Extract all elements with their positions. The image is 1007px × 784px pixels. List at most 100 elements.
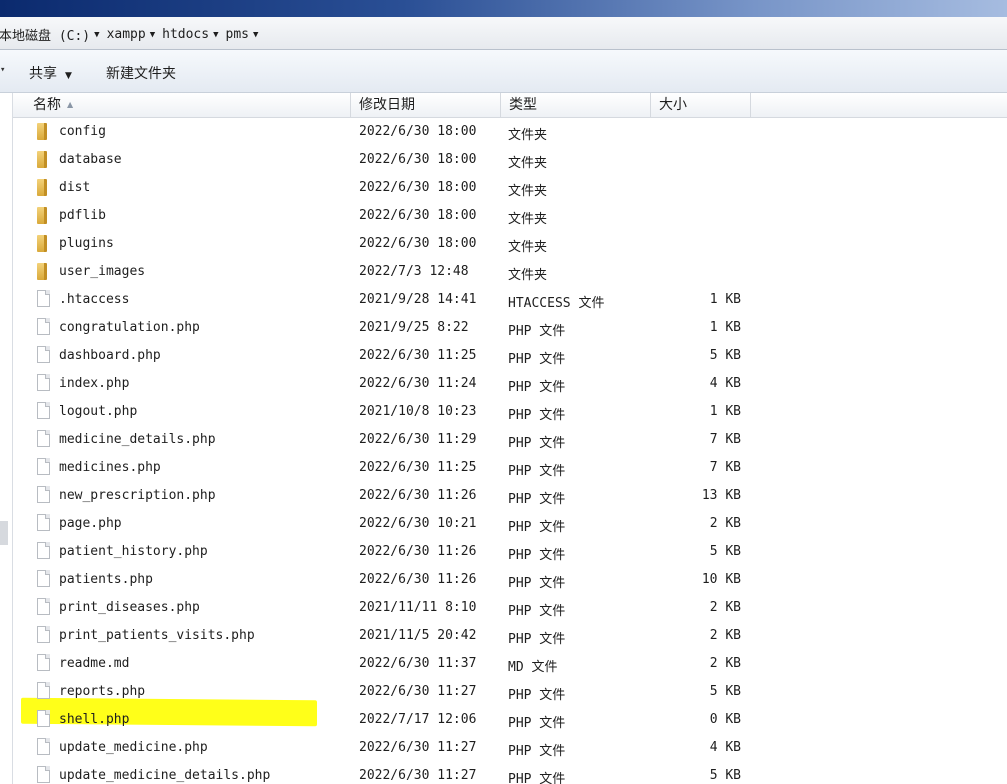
file-icon [37,486,50,503]
file-row[interactable]: readme.md 2022/6/30 11:37 MD 文件 2 KB [13,650,1007,678]
file-date: 2022/6/30 11:27 [359,684,477,699]
file-type: PHP 文件 [508,716,566,731]
file-date: 2022/6/30 18:00 [359,208,477,223]
file-name: patients.php [59,572,153,587]
file-size: 13 KB [701,488,741,503]
file-type: PHP 文件 [508,548,566,563]
file-row[interactable]: plugins 2022/6/30 18:00 文件夹 [13,230,1007,258]
chevron-down-icon[interactable]: ▼ [150,30,155,40]
file-row[interactable]: reports.php 2022/6/30 11:27 PHP 文件 5 KB [13,678,1007,706]
file-row[interactable]: congratulation.php 2021/9/25 8:22 PHP 文件 1 … [13,314,1007,342]
file-row[interactable]: user_images 2022/7/3 12:48 文件夹 [13,258,1007,286]
file-name: print_diseases.php [59,600,200,615]
file-type: PHP 文件 [508,604,566,619]
file-size: 5 KB [709,544,741,559]
column-name-label: 名称 [33,97,61,113]
file-date: 2021/11/11 8:10 [359,600,477,615]
file-icon [37,290,50,307]
scrollbar-thumb[interactable] [0,521,8,545]
file-row[interactable]: new_prescription.php 2022/6/30 11:26 PHP 文… [13,482,1007,510]
file-name: reports.php [59,684,146,699]
file-type: PHP 文件 [508,464,566,479]
file-row[interactable]: medicines.php 2022/6/30 11:25 PHP 文件 7 KB [13,454,1007,482]
folder-icon [37,207,47,224]
file-name: index.php [59,376,130,391]
file-type: PHP 文件 [508,772,566,784]
file-row[interactable]: page.php 2022/6/30 10:21 PHP 文件 2 KB [13,510,1007,538]
breadcrumb-drive[interactable]: 本地磁盘 (C:) [0,25,90,44]
share-label: 共享 [29,66,57,82]
chevron-down-icon[interactable]: ▼ [253,30,258,40]
file-type: HTACCESS 文件 [508,296,605,311]
new-folder-button[interactable]: 新建文件夹 [106,63,176,83]
chevron-down-icon[interactable]: ▼ [213,30,218,40]
file-row[interactable]: update_medicine.php 2022/6/30 11:27 PHP 文件… [13,734,1007,762]
file-size: 5 KB [709,684,741,699]
file-icon [37,458,50,475]
chevron-down-icon[interactable]: ▾ [0,65,5,75]
breadcrumb-pms[interactable]: pms [226,27,249,42]
column-header-type[interactable]: 类型 [501,93,651,118]
file-row[interactable]: index.php 2022/6/30 11:24 PHP 文件 4 KB [13,370,1007,398]
file-name: dashboard.php [59,348,161,363]
file-row[interactable]: shell.php 2022/7/17 12:06 PHP 文件 0 KB [13,706,1007,734]
file-name: page.php [59,516,122,531]
file-row[interactable]: dashboard.php 2022/6/30 11:25 PHP 文件 5 KB [13,342,1007,370]
file-row[interactable]: pdflib 2022/6/30 18:00 文件夹 [13,202,1007,230]
file-icon [37,514,50,531]
file-date: 2022/6/30 18:00 [359,180,477,195]
file-row[interactable]: medicine_details.php 2022/6/30 11:29 PHP 文… [13,426,1007,454]
file-type: PHP 文件 [508,408,566,423]
share-button[interactable]: 共享 ▼ [29,63,72,83]
file-size: 1 KB [709,292,741,307]
file-size: 2 KB [709,656,741,671]
file-size: 4 KB [709,740,741,755]
navigation-pane[interactable] [0,93,13,784]
file-type: PHP 文件 [508,436,566,451]
file-icon [37,402,50,419]
file-date: 2022/6/30 11:24 [359,376,477,391]
file-date: 2021/10/8 10:23 [359,404,477,419]
file-row[interactable]: update_medicine_details.php 2022/6/30 11:… [13,762,1007,784]
breadcrumb-xampp[interactable]: xampp [107,27,146,42]
file-name: medicines.php [59,460,161,475]
file-row[interactable]: config 2022/6/30 18:00 文件夹 [13,118,1007,146]
file-size: 2 KB [709,600,741,615]
file-date: 2022/6/30 11:25 [359,460,477,475]
file-icon [37,374,50,391]
file-name: new_prescription.php [59,488,216,503]
file-icon [37,682,50,699]
folder-icon [37,235,47,252]
file-type: PHP 文件 [508,380,566,395]
column-header-size[interactable]: 大小 [651,93,751,118]
file-row[interactable]: print_diseases.php 2021/11/11 8:10 PHP 文件 2… [13,594,1007,622]
chevron-down-icon: ▼ [65,71,72,81]
file-type: 文件夹 [508,156,548,171]
file-size: 1 KB [709,320,741,335]
breadcrumb-htdocs[interactable]: htdocs [162,27,209,42]
file-type: PHP 文件 [508,492,566,507]
file-type: MD 文件 [508,660,558,675]
file-type: PHP 文件 [508,744,566,759]
file-icon [37,738,50,755]
chevron-down-icon[interactable]: ▼ [94,30,99,40]
file-icon [37,430,50,447]
column-header-date[interactable]: 修改日期 [351,93,501,118]
file-icon [37,654,50,671]
file-row[interactable]: print_patients_visits.php 2021/11/5 20:42… [13,622,1007,650]
file-row[interactable]: dist 2022/6/30 18:00 文件夹 [13,174,1007,202]
file-name: plugins [59,236,114,251]
file-name: print_patients_visits.php [59,628,255,643]
file-row[interactable]: database 2022/6/30 18:00 文件夹 [13,146,1007,174]
file-name: medicine_details.php [59,432,216,447]
file-date: 2022/6/30 11:29 [359,432,477,447]
address-bar[interactable]: 本地磁盘 (C:) ▼ xampp ▼ htdocs ▼ pms ▼ [0,17,1007,50]
file-row[interactable]: logout.php 2021/10/8 10:23 PHP 文件 1 KB [13,398,1007,426]
file-row[interactable]: patient_history.php 2022/6/30 11:26 PHP 文件… [13,538,1007,566]
file-row[interactable]: patients.php 2022/6/30 11:26 PHP 文件 10 KB [13,566,1007,594]
file-date: 2022/6/30 18:00 [359,236,477,251]
column-header-name[interactable]: 名称 ▲ [25,93,351,118]
file-date: 2021/11/5 20:42 [359,628,477,643]
window-titlebar [0,0,1007,17]
file-row[interactable]: .htaccess 2021/9/28 14:41 HTACCESS 文件 1 KB [13,286,1007,314]
